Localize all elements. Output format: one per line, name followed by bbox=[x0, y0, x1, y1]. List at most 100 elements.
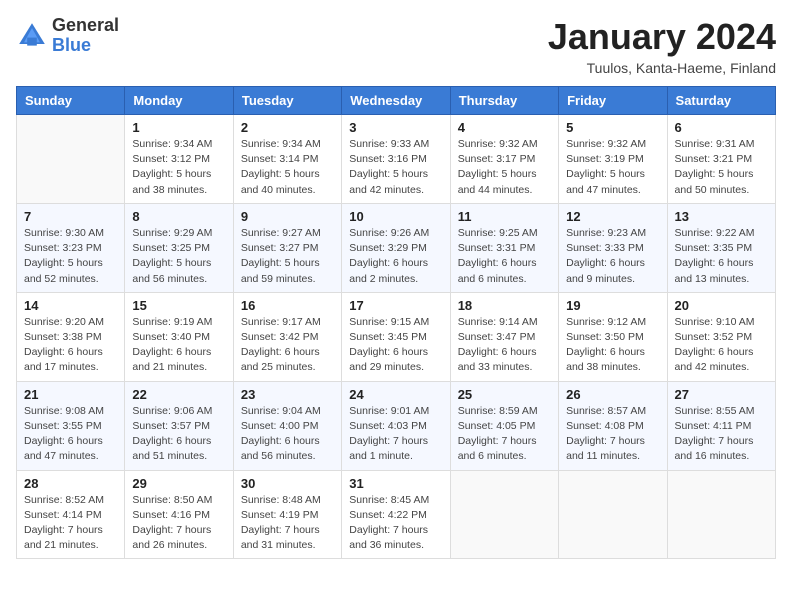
day-number: 31 bbox=[349, 476, 442, 491]
sunrise-text: Sunrise: 9:22 AM bbox=[675, 227, 755, 239]
day-info: Sunrise: 9:15 AMSunset: 3:45 PMDaylight:… bbox=[349, 315, 442, 376]
day-number: 16 bbox=[241, 298, 334, 313]
table-row: 16Sunrise: 9:17 AMSunset: 3:42 PMDayligh… bbox=[233, 292, 341, 381]
day-info: Sunrise: 9:33 AMSunset: 3:16 PMDaylight:… bbox=[349, 137, 442, 198]
table-row: 28Sunrise: 8:52 AMSunset: 4:14 PMDayligh… bbox=[17, 470, 125, 559]
day-info: Sunrise: 8:52 AMSunset: 4:14 PMDaylight:… bbox=[24, 493, 117, 554]
daylight-text: Daylight: 6 hours and 21 minutes. bbox=[132, 346, 211, 373]
table-row: 18Sunrise: 9:14 AMSunset: 3:47 PMDayligh… bbox=[450, 292, 558, 381]
sunset-text: Sunset: 4:05 PM bbox=[458, 420, 536, 432]
day-number: 24 bbox=[349, 387, 442, 402]
sunrise-text: Sunrise: 9:14 AM bbox=[458, 316, 538, 328]
daylight-text: Daylight: 7 hours and 1 minute. bbox=[349, 435, 428, 462]
location-subtitle: Tuulos, Kanta-Haeme, Finland bbox=[548, 60, 776, 76]
day-info: Sunrise: 9:25 AMSunset: 3:31 PMDaylight:… bbox=[458, 226, 551, 287]
sunrise-text: Sunrise: 9:29 AM bbox=[132, 227, 212, 239]
day-number: 4 bbox=[458, 120, 551, 135]
daylight-text: Daylight: 5 hours and 40 minutes. bbox=[241, 168, 320, 195]
day-info: Sunrise: 9:29 AMSunset: 3:25 PMDaylight:… bbox=[132, 226, 225, 287]
table-row bbox=[450, 470, 558, 559]
table-row: 3 Sunrise: 9:33 AMSunset: 3:16 PMDaylight… bbox=[342, 115, 450, 204]
day-info: Sunrise: 9:31 AMSunset: 3:21 PMDaylight:… bbox=[675, 137, 768, 198]
sunrise-text: Sunrise: 9:08 AM bbox=[24, 405, 104, 417]
sunrise-text: Sunrise: 9:12 AM bbox=[566, 316, 646, 328]
sunrise-text: Sunrise: 9:32 AM bbox=[458, 138, 538, 150]
calendar-week-2: 7Sunrise: 9:30 AMSunset: 3:23 PMDaylight… bbox=[17, 203, 776, 292]
day-number: 12 bbox=[566, 209, 659, 224]
sunset-text: Sunset: 3:42 PM bbox=[241, 331, 319, 343]
sunrise-text: Sunrise: 9:20 AM bbox=[24, 316, 104, 328]
sunrise-text: Sunrise: 8:52 AM bbox=[24, 494, 104, 506]
sunrise-text: Sunrise: 9:15 AM bbox=[349, 316, 429, 328]
day-number: 23 bbox=[241, 387, 334, 402]
sunrise-text: Sunrise: 9:23 AM bbox=[566, 227, 646, 239]
day-number: 26 bbox=[566, 387, 659, 402]
table-row: 10Sunrise: 9:26 AMSunset: 3:29 PMDayligh… bbox=[342, 203, 450, 292]
table-row bbox=[559, 470, 667, 559]
day-info: Sunrise: 9:30 AMSunset: 3:23 PMDaylight:… bbox=[24, 226, 117, 287]
daylight-text: Daylight: 6 hours and 38 minutes. bbox=[566, 346, 645, 373]
col-saturday: Saturday bbox=[667, 87, 775, 115]
table-row: 17Sunrise: 9:15 AMSunset: 3:45 PMDayligh… bbox=[342, 292, 450, 381]
sunrise-text: Sunrise: 9:34 AM bbox=[241, 138, 321, 150]
day-number: 21 bbox=[24, 387, 117, 402]
sunset-text: Sunset: 4:14 PM bbox=[24, 509, 102, 521]
table-row bbox=[17, 115, 125, 204]
sunset-text: Sunset: 3:19 PM bbox=[566, 153, 644, 165]
sunrise-text: Sunrise: 8:48 AM bbox=[241, 494, 321, 506]
page-header: General Blue January 2024 Tuulos, Kanta-… bbox=[16, 16, 776, 76]
sunset-text: Sunset: 3:31 PM bbox=[458, 242, 536, 254]
table-row: 13Sunrise: 9:22 AMSunset: 3:35 PMDayligh… bbox=[667, 203, 775, 292]
daylight-text: Daylight: 6 hours and 33 minutes. bbox=[458, 346, 537, 373]
logo-text: General Blue bbox=[52, 16, 119, 56]
sunrise-text: Sunrise: 9:04 AM bbox=[241, 405, 321, 417]
logo-general: General bbox=[52, 16, 119, 36]
sunrise-text: Sunrise: 9:10 AM bbox=[675, 316, 755, 328]
table-row: 6Sunrise: 9:31 AMSunset: 3:21 PMDaylight… bbox=[667, 115, 775, 204]
daylight-text: Daylight: 6 hours and 56 minutes. bbox=[241, 435, 320, 462]
table-row: 9Sunrise: 9:27 AMSunset: 3:27 PMDaylight… bbox=[233, 203, 341, 292]
sunset-text: Sunset: 3:17 PM bbox=[458, 153, 536, 165]
sunrise-text: Sunrise: 9:30 AM bbox=[24, 227, 104, 239]
sunset-text: Sunset: 3:50 PM bbox=[566, 331, 644, 343]
table-row: 19Sunrise: 9:12 AMSunset: 3:50 PMDayligh… bbox=[559, 292, 667, 381]
table-row: 7Sunrise: 9:30 AMSunset: 3:23 PMDaylight… bbox=[17, 203, 125, 292]
sunset-text: Sunset: 3:29 PM bbox=[349, 242, 427, 254]
sunrise-text: Sunrise: 9:34 AM bbox=[132, 138, 212, 150]
day-number: 15 bbox=[132, 298, 225, 313]
daylight-text: Daylight: 6 hours and 13 minutes. bbox=[675, 257, 754, 284]
col-tuesday: Tuesday bbox=[233, 87, 341, 115]
table-row: 2Sunrise: 9:34 AMSunset: 3:14 PMDaylight… bbox=[233, 115, 341, 204]
day-number: 22 bbox=[132, 387, 225, 402]
day-info: Sunrise: 9:01 AMSunset: 4:03 PMDaylight:… bbox=[349, 404, 442, 465]
table-row: 27Sunrise: 8:55 AMSunset: 4:11 PMDayligh… bbox=[667, 381, 775, 470]
day-info: Sunrise: 8:55 AMSunset: 4:11 PMDaylight:… bbox=[675, 404, 768, 465]
table-row: 30Sunrise: 8:48 AMSunset: 4:19 PMDayligh… bbox=[233, 470, 341, 559]
day-info: Sunrise: 9:22 AMSunset: 3:35 PMDaylight:… bbox=[675, 226, 768, 287]
sunrise-text: Sunrise: 8:45 AM bbox=[349, 494, 429, 506]
sunset-text: Sunset: 3:55 PM bbox=[24, 420, 102, 432]
col-friday: Friday bbox=[559, 87, 667, 115]
daylight-text: Daylight: 7 hours and 11 minutes. bbox=[566, 435, 645, 462]
daylight-text: Daylight: 5 hours and 47 minutes. bbox=[566, 168, 645, 195]
daylight-text: Daylight: 5 hours and 59 minutes. bbox=[241, 257, 320, 284]
day-number: 5 bbox=[566, 120, 659, 135]
table-row: 8Sunrise: 9:29 AMSunset: 3:25 PMDaylight… bbox=[125, 203, 233, 292]
day-number: 2 bbox=[241, 120, 334, 135]
table-row: 14Sunrise: 9:20 AMSunset: 3:38 PMDayligh… bbox=[17, 292, 125, 381]
day-number: 3 bbox=[349, 120, 442, 135]
table-row: 11Sunrise: 9:25 AMSunset: 3:31 PMDayligh… bbox=[450, 203, 558, 292]
table-row: 21Sunrise: 9:08 AMSunset: 3:55 PMDayligh… bbox=[17, 381, 125, 470]
table-row: 12 Sunrise: 9:23 AMSunset: 3:33 PMDayligh… bbox=[559, 203, 667, 292]
day-info: Sunrise: 9:08 AMSunset: 3:55 PMDaylight:… bbox=[24, 404, 117, 465]
day-info: Sunrise: 9:10 AMSunset: 3:52 PMDaylight:… bbox=[675, 315, 768, 376]
sunrise-text: Sunrise: 9:06 AM bbox=[132, 405, 212, 417]
day-info: Sunrise: 9:23 AMSunset: 3:33 PMDaylight:… bbox=[566, 226, 659, 287]
calendar-week-1: 1Sunrise: 9:34 AMSunset: 3:12 PMDaylight… bbox=[17, 115, 776, 204]
sunrise-text: Sunrise: 9:01 AM bbox=[349, 405, 429, 417]
daylight-text: Daylight: 5 hours and 38 minutes. bbox=[132, 168, 211, 195]
col-thursday: Thursday bbox=[450, 87, 558, 115]
sunset-text: Sunset: 4:00 PM bbox=[241, 420, 319, 432]
sunrise-text: Sunrise: 9:25 AM bbox=[458, 227, 538, 239]
col-wednesday: Wednesday bbox=[342, 87, 450, 115]
